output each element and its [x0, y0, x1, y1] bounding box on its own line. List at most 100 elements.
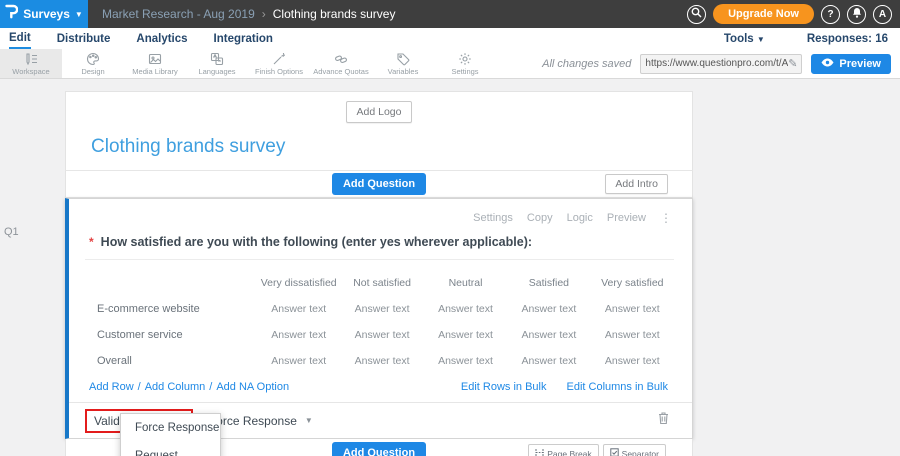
add-question-button-bottom[interactable]: Add Question	[332, 442, 426, 456]
toolbar-item-settings[interactable]: Settings	[434, 49, 496, 78]
product-name: Surveys	[23, 7, 70, 21]
breadcrumb-folder[interactable]: Market Research - Aug 2019	[102, 7, 255, 21]
column-header: Very satisfied	[591, 270, 674, 296]
answer-cell[interactable]: Answer text	[424, 322, 507, 348]
app-logo[interactable]: Surveys ▼	[0, 0, 88, 28]
eye-icon	[821, 58, 834, 70]
question-logic-link[interactable]: Logic	[567, 212, 593, 224]
question-controls: Settings Copy Logic Preview ⋮	[85, 207, 674, 231]
edit-columns-in-bulk-link[interactable]: Edit Columns in Bulk	[567, 381, 669, 393]
answer-cell[interactable]: Answer text	[591, 322, 674, 348]
separator-button[interactable]: Separator	[603, 444, 666, 456]
delete-question-button[interactable]	[657, 411, 670, 430]
tab-analytics[interactable]: Analytics	[136, 28, 187, 49]
add-row-link[interactable]: Add Row	[89, 381, 134, 393]
row-label[interactable]: Overall	[85, 348, 257, 374]
account-avatar[interactable]: A	[873, 5, 892, 24]
corner-cell	[85, 270, 257, 296]
answer-cell[interactable]: Answer text	[340, 348, 423, 374]
chevron-down-icon: ▼	[757, 35, 765, 44]
answer-cell[interactable]: Answer text	[340, 322, 423, 348]
answer-cell[interactable]: Answer text	[424, 296, 507, 322]
toolbar-item-variables[interactable]: Variables	[372, 49, 434, 78]
toolbar-label: Design	[81, 67, 104, 76]
validation-dropdown-menu: Force Response Request Response	[120, 413, 221, 456]
answer-cell[interactable]: Answer text	[507, 296, 590, 322]
answer-cell[interactable]: Answer text	[424, 348, 507, 374]
link-separator: /	[209, 381, 212, 393]
add-question-row-top: Add Question Add Intro	[65, 171, 693, 198]
gear-icon	[458, 52, 472, 66]
toolbar-item-advance-quotas[interactable]: Advance Quotas	[310, 49, 372, 78]
separator-label: Separator	[622, 449, 659, 456]
chevron-down-icon: ▼	[305, 416, 313, 425]
question-text[interactable]: How satisfied are you with the following…	[101, 235, 532, 249]
validation-type-dropdown[interactable]: Force Response ▼	[209, 414, 313, 428]
footer-right-buttons: Page Break Separator	[528, 444, 666, 456]
edit-url-pencil-icon[interactable]: ✎	[788, 57, 797, 70]
column-header: Satisfied	[507, 270, 590, 296]
tab-edit[interactable]: Edit	[9, 28, 31, 49]
validation-type-value: Force Response	[209, 414, 297, 428]
toolbar-item-finish-options[interactable]: Finish Options	[248, 49, 310, 78]
toolbar-item-workspace[interactable]: Workspace	[0, 49, 62, 78]
preview-button[interactable]: Preview	[811, 54, 891, 74]
question-divider	[85, 259, 674, 260]
matrix-table: Very dissatisfied Not satisfied Neutral …	[85, 270, 674, 374]
search-button[interactable]	[687, 5, 706, 24]
question-number-label: Q1	[4, 226, 19, 238]
image-icon	[148, 52, 162, 66]
more-options-icon[interactable]: ⋮	[660, 211, 672, 225]
workspace-icon	[24, 52, 38, 66]
question-title-row: * How satisfied are you with the followi…	[89, 235, 674, 249]
upgrade-now-button[interactable]: Upgrade Now	[713, 4, 814, 24]
add-logo-button[interactable]: Add Logo	[346, 101, 413, 123]
notifications-button[interactable]	[847, 5, 866, 24]
chevron-down-icon: ▼	[75, 10, 83, 19]
add-intro-button[interactable]: Add Intro	[605, 174, 668, 194]
edit-rows-in-bulk-link[interactable]: Edit Rows in Bulk	[461, 381, 547, 393]
dropdown-option-force-response[interactable]: Force Response	[121, 414, 220, 442]
bell-icon	[852, 7, 862, 21]
required-asterisk: *	[89, 235, 94, 249]
toolbar-label: Media Library	[132, 67, 177, 76]
page-break-label: Page Break	[547, 449, 591, 456]
answer-cell[interactable]: Answer text	[340, 296, 423, 322]
answer-cell[interactable]: Answer text	[507, 348, 590, 374]
editor-canvas: Q1 Add Logo Clothing brands survey Add Q…	[0, 79, 900, 456]
tools-menu[interactable]: Tools ▼	[724, 33, 765, 45]
add-column-link[interactable]: Add Column	[145, 381, 206, 393]
answer-cell[interactable]: Answer text	[507, 322, 590, 348]
answer-cell[interactable]: Answer text	[591, 348, 674, 374]
chain-links-icon	[334, 52, 348, 66]
translate-icon	[210, 52, 224, 66]
answer-cell[interactable]: Answer text	[257, 348, 340, 374]
question-copy-link[interactable]: Copy	[527, 212, 553, 224]
dropdown-option-request-response[interactable]: Request Response	[121, 442, 220, 456]
toolbar-item-languages[interactable]: Languages	[186, 49, 248, 78]
tab-distribute[interactable]: Distribute	[57, 28, 111, 49]
toolbar-item-media-library[interactable]: Media Library	[124, 49, 186, 78]
row-label[interactable]: E-commerce website	[85, 296, 257, 322]
toolbar-label: Advance Quotas	[313, 67, 368, 76]
tab-integration[interactable]: Integration	[214, 28, 273, 49]
add-question-button-top[interactable]: Add Question	[332, 173, 426, 195]
answer-cell[interactable]: Answer text	[257, 322, 340, 348]
answer-cell[interactable]: Answer text	[591, 296, 674, 322]
answer-cell[interactable]: Answer text	[257, 296, 340, 322]
navrow-right: Tools ▼ Responses: 16	[724, 33, 900, 45]
survey-title[interactable]: Clothing brands survey	[91, 136, 692, 158]
toolbar-item-design[interactable]: Design	[62, 49, 124, 78]
survey-url-input[interactable]	[645, 58, 788, 69]
question-preview-link[interactable]: Preview	[607, 212, 646, 224]
add-na-option-link[interactable]: Add NA Option	[216, 381, 289, 393]
page-break-button[interactable]: Page Break	[528, 444, 598, 456]
question-block-q1: Settings Copy Logic Preview ⋮ * How sati…	[65, 198, 693, 439]
question-settings-link[interactable]: Settings	[473, 212, 513, 224]
tag-icon	[396, 52, 410, 66]
questionpro-logo-icon	[5, 4, 18, 24]
row-label[interactable]: Customer service	[85, 322, 257, 348]
responses-count[interactable]: Responses: 16	[807, 33, 888, 45]
help-button[interactable]: ?	[821, 5, 840, 24]
breadcrumb: Market Research - Aug 2019 › Clothing br…	[102, 7, 395, 21]
